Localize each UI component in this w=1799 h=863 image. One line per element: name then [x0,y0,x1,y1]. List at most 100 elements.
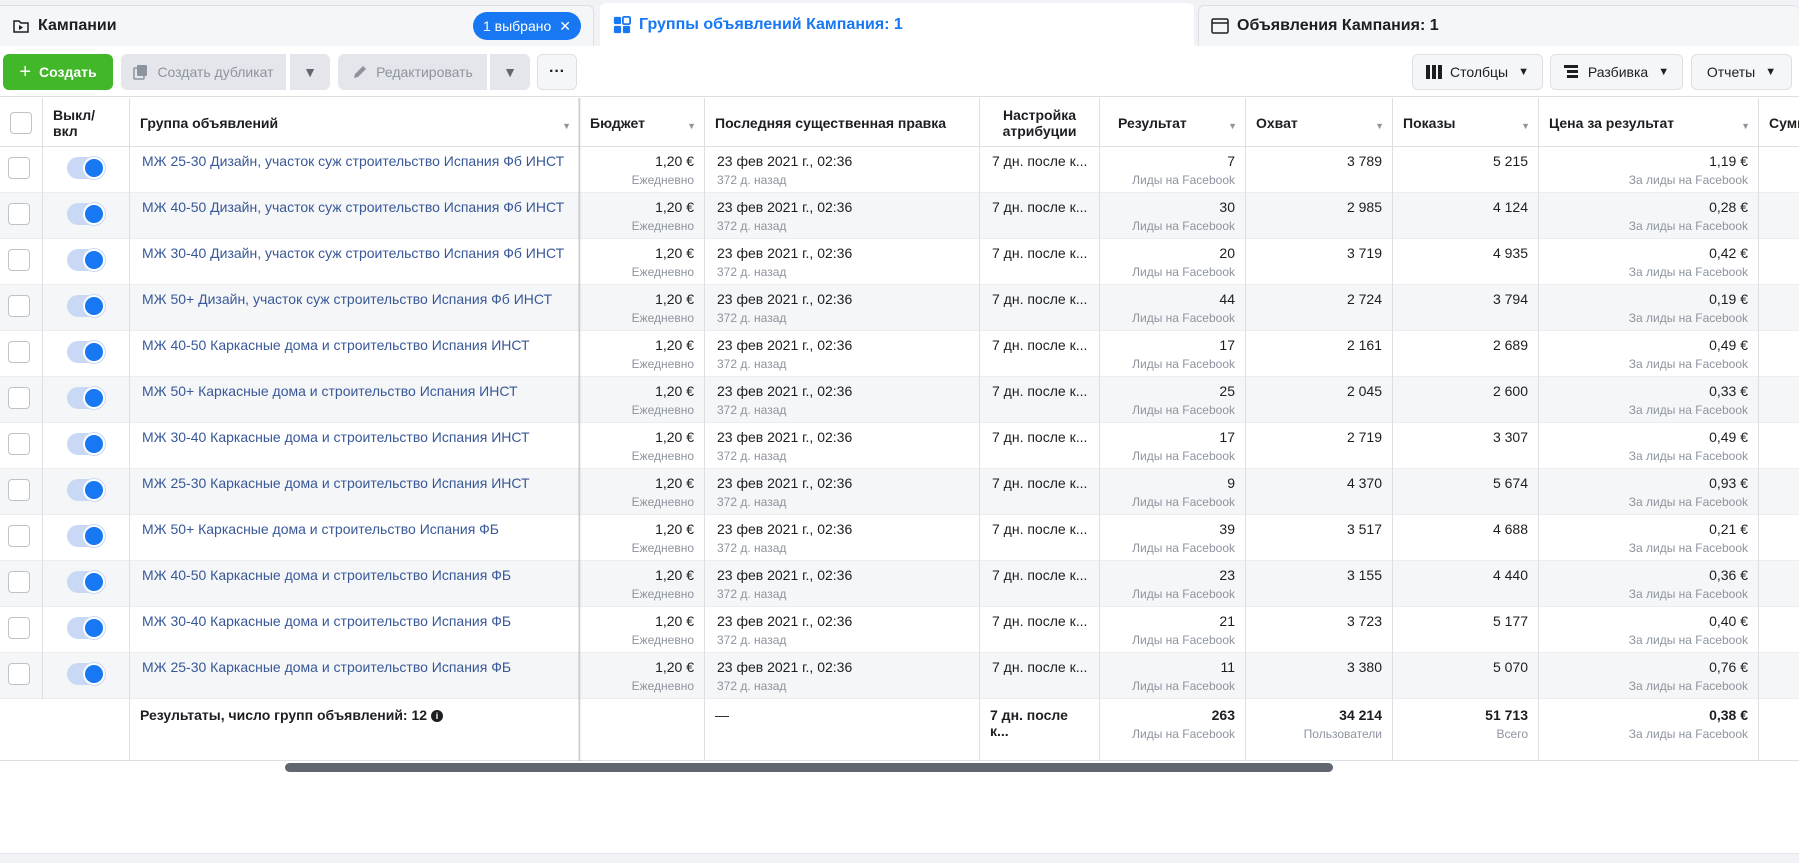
row-checkbox[interactable] [8,525,30,547]
adset-name-link[interactable]: МЖ 40-50 Каркасные дома и строительство … [142,337,569,353]
table-row[interactable]: МЖ 50+ Дизайн, участок суж строительство… [0,285,1799,331]
row-budget-cell: 1,20 € Ежедневно [580,285,705,331]
table-row[interactable]: МЖ 25-30 Каркасные дома и строительство … [0,469,1799,515]
duplicate-dropdown-button[interactable]: ▼ [290,54,330,90]
row-last-edit-cell: 23 фев 2021 г., 02:36 372 д. назад [705,239,980,285]
tab-campaigns[interactable]: Кампании 1 выбрано ✕ [0,5,594,46]
row-toggle-cell [43,193,130,239]
onoff-toggle[interactable] [67,479,105,501]
table-row[interactable]: МЖ 50+ Каркасные дома и строительство Ис… [0,515,1799,561]
onoff-toggle[interactable] [67,341,105,363]
row-checkbox[interactable] [8,295,30,317]
onoff-toggle[interactable] [67,663,105,685]
row-select-cell [0,515,43,561]
duplicate-button[interactable]: Создать дубликат [121,54,286,90]
col-impressions[interactable]: Показы ▼ [1393,98,1539,147]
reach-value: 3 517 [1346,521,1382,537]
onoff-toggle[interactable] [67,525,105,547]
selected-count-pill[interactable]: 1 выбрано ✕ [472,12,581,40]
col-cost[interactable]: Цена за результат ▼ [1539,98,1759,147]
edit-button[interactable]: Редактировать [338,54,487,90]
table-row[interactable]: МЖ 25-30 Каркасные дома и строительство … [0,653,1799,699]
attribution-value: 7 дн. после к... [992,337,1088,353]
row-last-edit-cell: 23 фев 2021 г., 02:36 372 д. назад [705,285,980,331]
adset-name-link[interactable]: МЖ 50+ Каркасные дома и строительство Ис… [142,383,569,399]
col-budget-label: Бюджет [590,114,645,131]
adset-name-link[interactable]: МЖ 25-30 Каркасные дома и строительство … [142,475,569,491]
col-result[interactable]: Результат ▼ [1100,98,1246,147]
row-last-edit-cell: 23 фев 2021 г., 02:36 372 д. назад [705,653,980,699]
col-last-edit[interactable]: Последняя существенная правка [705,98,980,147]
budget-type: Ежедневно [631,587,694,601]
table-row[interactable]: МЖ 40-50 Каркасные дома и строительство … [0,561,1799,607]
horizontal-scrollbar[interactable] [285,763,1333,772]
impressions-value: 5 177 [1492,613,1528,629]
row-checkbox[interactable] [8,157,30,179]
row-checkbox[interactable] [8,387,30,409]
table-row[interactable]: МЖ 25-30 Дизайн, участок суж строительст… [0,147,1799,193]
adset-name-link[interactable]: МЖ 30-40 Каркасные дома и строительство … [142,429,569,445]
table-row[interactable]: МЖ 50+ Каркасные дома и строительство Ис… [0,377,1799,423]
onoff-toggle[interactable] [67,571,105,593]
row-checkbox[interactable] [8,341,30,363]
adset-name-link[interactable]: МЖ 30-40 Каркасные дома и строительство … [142,613,569,629]
toolbar: + Создать Создать дубликат ▼ Редактирова… [0,46,1799,97]
clear-selection-icon[interactable]: ✕ [559,18,571,35]
cost-value: 0,42 € [1709,245,1748,261]
col-budget[interactable]: Бюджет ▼ [580,98,705,147]
onoff-toggle[interactable] [67,249,105,271]
onoff-toggle[interactable] [67,387,105,409]
row-result-cell: 30 Лиды на Facebook [1100,193,1246,239]
col-name[interactable]: Группа объявлений ▼ [130,98,580,147]
info-icon[interactable]: i [431,710,444,722]
table-row[interactable]: МЖ 30-40 Каркасные дома и строительство … [0,423,1799,469]
breakdown-button[interactable]: Разбивка ▼ [1550,54,1683,90]
row-checkbox[interactable] [8,433,30,455]
reports-button[interactable]: Отчеты ▼ [1691,54,1792,90]
create-button[interactable]: + Создать [3,54,113,90]
row-budget-cell: 1,20 € Ежедневно [580,331,705,377]
row-budget-cell: 1,20 € Ежедневно [580,239,705,285]
table-row[interactable]: МЖ 30-40 Каркасные дома и строительство … [0,607,1799,653]
table-row[interactable]: МЖ 40-50 Каркасные дома и строительство … [0,331,1799,377]
row-checkbox[interactable] [8,203,30,225]
cost-type: За лиды на Facebook [1628,311,1748,325]
result-type: Лиды на Facebook [1132,587,1235,601]
row-attribution-cell: 7 дн. после к... [980,377,1100,423]
col-attribution[interactable]: Настройка атрибуции [980,98,1100,147]
more-button[interactable]: ··· [537,54,577,90]
row-budget-cell: 1,20 € Ежедневно [580,377,705,423]
row-checkbox[interactable] [8,663,30,685]
edit-dropdown-button[interactable]: ▼ [490,54,530,90]
row-checkbox[interactable] [8,571,30,593]
row-budget-cell: 1,20 € Ежедневно [580,607,705,653]
adset-name-link[interactable]: МЖ 50+ Каркасные дома и строительство Ис… [142,521,569,537]
col-reach[interactable]: Охват ▼ [1246,98,1393,147]
onoff-toggle[interactable] [67,157,105,179]
columns-button[interactable]: Столбцы ▼ [1412,54,1543,90]
adset-name-link[interactable]: МЖ 25-30 Дизайн, участок суж строительст… [142,153,569,169]
select-all-checkbox[interactable] [10,111,32,134]
onoff-toggle[interactable] [67,617,105,639]
adset-name-link[interactable]: МЖ 30-40 Дизайн, участок суж строительст… [142,245,569,261]
adset-name-link[interactable]: МЖ 50+ Дизайн, участок суж строительство… [142,291,569,307]
onoff-toggle[interactable] [67,203,105,225]
row-checkbox[interactable] [8,479,30,501]
table-row[interactable]: МЖ 30-40 Дизайн, участок суж строительст… [0,239,1799,285]
row-attribution-cell: 7 дн. после к... [980,653,1100,699]
row-checkbox[interactable] [8,617,30,639]
table-row[interactable]: МЖ 40-50 Дизайн, участок суж строительст… [0,193,1799,239]
row-result-cell: 25 Лиды на Facebook [1100,377,1246,423]
attribution-value: 7 дн. после к... [992,153,1088,169]
row-checkbox[interactable] [8,249,30,271]
tab-adsets[interactable]: Группы объявлений Кампания: 1 [600,3,1194,46]
tab-ads[interactable]: Объявления Кампания: 1 [1198,5,1799,46]
adset-name-link[interactable]: МЖ 40-50 Каркасные дома и строительство … [142,567,569,583]
row-reach-cell: 3 719 [1246,239,1393,285]
row-cost-cell: 0,19 € За лиды на Facebook [1539,285,1759,331]
adset-name-link[interactable]: МЖ 40-50 Дизайн, участок суж строительст… [142,199,569,215]
col-spent[interactable]: Сумм [1759,98,1799,147]
onoff-toggle[interactable] [67,433,105,455]
onoff-toggle[interactable] [67,295,105,317]
adset-name-link[interactable]: МЖ 25-30 Каркасные дома и строительство … [142,659,569,675]
